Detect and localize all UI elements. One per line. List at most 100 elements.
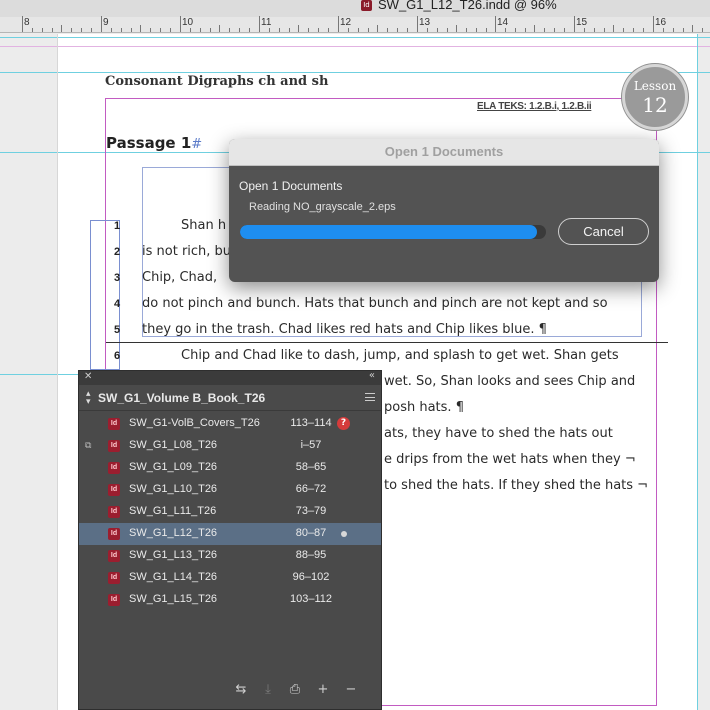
ruler-minor-tick <box>525 28 526 32</box>
line-number-frame[interactable] <box>90 220 120 370</box>
ruler-minor-tick <box>564 28 565 32</box>
ruler-major-tick <box>101 16 102 32</box>
ruler-minor-tick <box>407 28 408 32</box>
document-name: SW_G1_L13_T26 <box>129 549 218 561</box>
style-source-icon[interactable]: ⧉ <box>85 441 91 451</box>
guide-line <box>0 72 710 73</box>
document-pages: 96–102 <box>292 571 330 583</box>
ruler-minor-tick <box>604 28 605 32</box>
book-document-row[interactable]: Id SW_G1_L10_T26 66–72 <box>79 479 381 501</box>
ruler-minor-tick <box>140 25 141 32</box>
panel-menu-icon[interactable] <box>365 393 375 401</box>
synchronize-icon[interactable]: ⇆ <box>232 682 250 697</box>
dialog-title: Open 1 Documents <box>384 144 504 159</box>
ruler-minor-tick <box>387 28 388 32</box>
page-edge <box>57 34 58 710</box>
remove-document-icon[interactable]: − <box>342 682 360 697</box>
ruler-minor-tick <box>239 28 240 32</box>
book-document-row[interactable]: Id SW_G1_L11_T26 73–79 <box>79 501 381 523</box>
cancel-button[interactable]: Cancel <box>558 218 649 245</box>
guide-line <box>0 374 80 375</box>
passage-line: to shed the hats. If they shed the hats … <box>384 478 649 493</box>
ruler-minor-tick <box>515 28 516 32</box>
dialog-status: Reading NO_grayscale_2.eps <box>249 201 396 213</box>
book-document-row[interactable]: Id SW_G1_L14_T26 96–102 <box>79 567 381 589</box>
ruler-minor-tick <box>150 28 151 32</box>
print-book-icon[interactable]: ⎙ <box>286 682 304 697</box>
ruler-minor-tick <box>554 28 555 32</box>
book-document-row[interactable]: Id SW_G1-VolB_Covers_T26 113–114? <box>79 413 381 435</box>
document-pages: 66–72 <box>295 483 327 495</box>
ruler-major-tick <box>574 16 575 32</box>
ruler-major-tick <box>259 16 260 32</box>
document-name: SW_G1_L08_T26 <box>129 439 218 451</box>
indesign-doc-icon: Id <box>108 550 120 562</box>
ruler-label: 12 <box>340 17 352 28</box>
ruler-minor-tick <box>673 28 674 32</box>
book-document-row[interactable]: ⧉ Id SW_G1_L08_T26 i–57 <box>79 435 381 457</box>
ruler-minor-tick <box>447 28 448 32</box>
panel-top-bar: ✕ « <box>79 370 381 385</box>
ruler-minor-tick <box>71 28 72 32</box>
document-pages: i–57 <box>300 439 322 451</box>
passage-line: Chip, Chad, <box>142 270 218 285</box>
ruler-minor-tick <box>42 28 43 32</box>
indesign-doc-icon: Id <box>108 440 120 452</box>
sort-arrows-icon[interactable]: ▴ ▾ <box>86 390 91 407</box>
book-document-list: Id SW_G1-VolB_Covers_T26 113–114? ⧉ Id SW_G1_… <box>79 413 381 611</box>
ruler-minor-tick <box>289 28 290 32</box>
guide-line <box>0 46 710 47</box>
ruler-major-tick <box>180 16 181 32</box>
ruler-minor-tick <box>219 25 220 32</box>
ruler-minor-tick <box>160 28 161 32</box>
ruler-minor-tick <box>249 28 250 32</box>
horizontal-ruler[interactable]: 8 9 10 11 12 13 14 15 16 <box>0 16 710 33</box>
ruler-minor-tick <box>131 28 132 32</box>
document-name: SW_G1_L15_T26 <box>129 593 218 605</box>
ruler-minor-tick <box>318 28 319 32</box>
ruler-minor-tick <box>170 28 171 32</box>
ruler-minor-tick <box>613 25 614 32</box>
ruler-minor-tick <box>397 28 398 32</box>
lesson-badge-number: 12 <box>642 93 668 117</box>
missing-document-icon: ? <box>337 417 350 430</box>
ruler-minor-tick <box>298 25 299 32</box>
collapse-panel-icon[interactable]: « <box>369 370 375 381</box>
ruler-minor-tick <box>663 28 664 32</box>
indesign-doc-icon: Id <box>108 572 120 584</box>
guide-line <box>697 34 698 710</box>
indesign-doc-icon: Id <box>108 418 120 430</box>
document-name: SW_G1_L09_T26 <box>129 461 218 473</box>
save-book-icon[interactable]: ⤓ <box>259 682 277 697</box>
line-number: 3 <box>114 272 121 284</box>
add-document-icon[interactable]: + <box>314 682 332 697</box>
line-number: 5 <box>114 324 121 336</box>
book-panel-title[interactable]: SW_G1_Volume B_Book_T26 <box>98 391 265 405</box>
ruler-major-tick <box>653 16 654 32</box>
passage-line: do not pinch and bunch. Hats that bunch … <box>142 296 608 311</box>
ruler-minor-tick <box>348 28 349 32</box>
document-pages: 88–95 <box>295 549 327 561</box>
progress-bar <box>240 225 546 239</box>
book-document-row[interactable]: Id SW_G1_L09_T26 58–65 <box>79 457 381 479</box>
ruler-minor-tick <box>52 28 53 32</box>
lesson-header-title: Consonant Digraphs ch and sh <box>105 74 329 89</box>
ruler-minor-tick <box>81 28 82 32</box>
book-document-row[interactable]: Id SW_G1_L15_T26 103–112 <box>79 589 381 611</box>
teks-label: ELA TEKS: 1.2.B.i, 1.2.B.ii <box>477 101 592 112</box>
indesign-doc-icon: Id <box>361 0 372 11</box>
book-document-row[interactable]: Id SW_G1_L12_T26 80–87 <box>79 523 381 545</box>
indesign-doc-icon: Id <box>108 528 120 540</box>
document-name: SW_G1_L10_T26 <box>129 483 218 495</box>
document-pages: 80–87 <box>295 527 327 539</box>
ruler-minor-tick <box>544 28 545 32</box>
close-panel-icon[interactable]: ✕ <box>84 371 92 382</box>
ruler-minor-tick <box>427 28 428 32</box>
document-name: SW_G1_L12_T26 <box>129 527 218 539</box>
document-pages: 103–112 <box>289 593 332 605</box>
ruler-minor-tick <box>328 28 329 32</box>
open-documents-dialog: Open 1 Documents Open 1 Documents Readin… <box>229 139 659 282</box>
ruler-minor-tick <box>692 25 693 32</box>
book-document-row[interactable]: Id SW_G1_L13_T26 88–95 <box>79 545 381 567</box>
indesign-workspace: Id SW_G1_L12_T26.indd @ 96% 8 9 10 11 12 13 14… <box>0 0 710 710</box>
